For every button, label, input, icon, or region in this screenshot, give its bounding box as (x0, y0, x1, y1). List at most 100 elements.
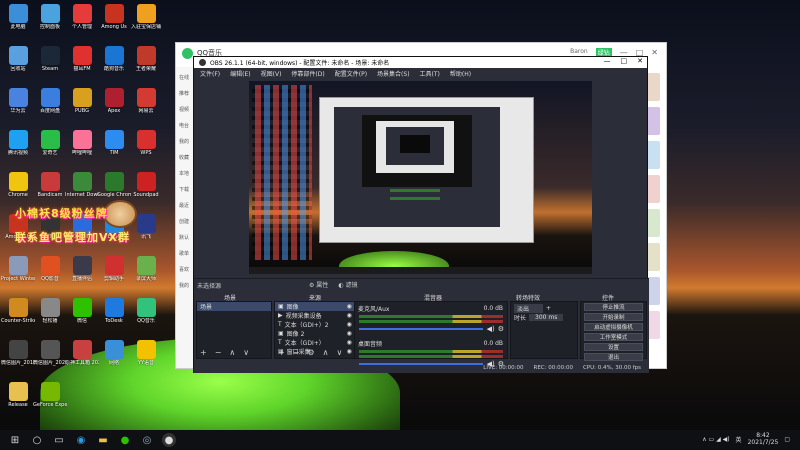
desktop-icon[interactable]: Apex (98, 86, 130, 124)
obs-control-button[interactable]: 工作室模式 (584, 333, 643, 341)
desktop-icon[interactable]: PUBG (66, 86, 98, 124)
desktop-icon[interactable]: 百度网盘 (34, 86, 66, 124)
desktop-icon[interactable]: Counter-Strike Global Off... (1, 296, 35, 334)
obs-maximize-button[interactable]: □ (621, 57, 628, 65)
obs-taskbar-icon[interactable]: ● (162, 433, 176, 447)
source-item[interactable]: T文本（GDI+）2◉▫ (275, 320, 359, 329)
obs-menu-item[interactable]: 场景集合(S) (377, 69, 410, 78)
add-source-button[interactable]: + (278, 348, 285, 357)
source-item[interactable]: ▣图像◉▫ (275, 302, 359, 311)
desktop-icon[interactable]: 剪辑助手 (98, 254, 130, 292)
search-icon[interactable]: ○ (30, 433, 44, 447)
obs-control-button[interactable]: 开始录制 (584, 313, 643, 321)
source-item[interactable]: T文本（GDI+）◉▫ (275, 338, 359, 347)
obs-menu-item[interactable]: 文件(F) (200, 69, 220, 78)
start-button[interactable]: ⊞ (8, 433, 22, 447)
notification-icon[interactable]: ▢ (784, 436, 790, 443)
source-settings-icon[interactable]: ⚙ (307, 348, 314, 357)
source-item[interactable]: ▣图像 2◉▫ (275, 329, 359, 338)
desktop-icon[interactable]: 微信图片_20181016... (1, 338, 35, 376)
obs-window[interactable]: OBS 26.1.1 (64-bit, windows) - 配置文件: 未命名… (193, 56, 649, 373)
eye-icon[interactable]: ◉ (347, 330, 352, 337)
transition-select[interactable]: 淡出 + (511, 304, 577, 313)
obs-control-button[interactable]: 设置 (584, 343, 643, 351)
add-scene-button[interactable]: + (200, 348, 207, 357)
add-transition-button[interactable]: + (546, 305, 551, 312)
wechat-icon[interactable]: ● (118, 433, 132, 447)
gear-icon[interactable]: ⚙ (498, 325, 504, 333)
desktop-icon[interactable]: 华为云 (2, 86, 34, 124)
desktop-icon[interactable]: 哔哩哔哩 (66, 128, 98, 166)
volume-slider[interactable] (359, 328, 483, 330)
desktop-icon[interactable]: 猫耳FM (66, 44, 98, 82)
obs-preview-canvas[interactable] (249, 81, 592, 274)
desktop-icon[interactable]: Bandicam (34, 170, 66, 208)
desktop-icon[interactable]: 腾讯视频 (2, 128, 34, 166)
desktop-icon[interactable]: 控制面板 (34, 2, 66, 40)
eye-icon[interactable]: ◉ (347, 303, 352, 310)
properties-button[interactable]: ⚙ 属性 (309, 280, 328, 289)
desktop-icon[interactable]: 微信 (66, 296, 98, 334)
task-view-icon[interactable]: ▭ (52, 433, 66, 447)
desktop-icon[interactable]: 此电脑 (2, 2, 34, 40)
desktop-icon[interactable]: Chrome (2, 170, 34, 208)
desktop-icon[interactable]: Release (2, 380, 34, 418)
desktop-icon[interactable]: 回收站 (2, 44, 34, 82)
desktop-icon[interactable]: 王者荣耀 (130, 44, 162, 82)
desktop-icon[interactable]: 微信图片_2020101... (33, 338, 67, 376)
speaker-icon[interactable]: ◀) (487, 325, 495, 333)
desktop-icon[interactable]: TIM (98, 128, 130, 166)
desktop-icon[interactable]: Internet Download (65, 170, 99, 208)
input-language-indicator[interactable]: 英 (736, 435, 742, 444)
obs-minimize-button[interactable]: — (604, 57, 611, 65)
scene-down-button[interactable]: ∨ (243, 348, 249, 357)
close-button[interactable]: ✕ (651, 48, 658, 57)
obs-menu-item[interactable]: 工具(T) (420, 69, 440, 78)
obs-menu-item[interactable]: 停靠部件(D) (291, 69, 324, 78)
obs-menu-item[interactable]: 编辑(E) (230, 69, 250, 78)
desktop-icon[interactable]: 爱奇艺 (34, 128, 66, 166)
scene-up-button[interactable]: ∧ (229, 348, 235, 357)
obs-close-button[interactable]: ✕ (637, 57, 643, 65)
obs-titlebar[interactable]: OBS 26.1.1 (64-bit, windows) - 配置文件: 未命名… (194, 57, 647, 68)
duration-input[interactable]: 300 ms (529, 314, 564, 321)
eye-icon[interactable]: ◉ (347, 312, 352, 319)
remove-scene-button[interactable]: − (215, 348, 222, 357)
scene-item[interactable]: 场景 (197, 302, 271, 311)
desktop-icon[interactable]: 原神工具箱 2020 (65, 338, 99, 376)
remove-source-button[interactable]: − (293, 348, 300, 357)
desktop-icon[interactable]: Soundpad (130, 170, 162, 208)
desktop-icon[interactable]: 轻松播 (34, 296, 66, 334)
eye-icon[interactable]: ◉ (347, 321, 352, 328)
filters-button[interactable]: ◐ 滤镜 (338, 280, 357, 289)
desktop-icon[interactable]: Project Winter (1, 254, 35, 292)
desktop-icon[interactable]: 直播伴侣 (66, 254, 98, 292)
desktop-icon[interactable]: WPS (130, 128, 162, 166)
obs-menu-item[interactable]: 配置文件(P) (335, 69, 367, 78)
obs-control-button[interactable]: 启动虚拟摄像机 (584, 323, 643, 331)
obs-menu-item[interactable]: 视图(V) (261, 69, 282, 78)
source-down-button[interactable]: ∨ (336, 348, 342, 357)
desktop-icon[interactable]: 网络 (98, 338, 130, 376)
tray-icons[interactable]: ∧ ▭ ◢ ◀) (702, 436, 729, 443)
file-explorer-icon[interactable]: ▬ (96, 433, 110, 447)
desktop-icon[interactable]: Steam (34, 44, 66, 82)
desktop-icon[interactable]: Among Us (98, 2, 130, 40)
source-item[interactable]: ▶视频采集设备◉▫ (275, 311, 359, 320)
desktop-icon[interactable]: 个人管理 (66, 2, 98, 40)
desktop-icon[interactable]: YY语音 (130, 338, 162, 376)
desktop-icon[interactable]: 录屏大师 (130, 254, 162, 292)
desktop-icon[interactable]: QQ影音 (34, 254, 66, 292)
desktop-icon[interactable]: ToDesk (98, 296, 130, 334)
eye-icon[interactable]: ◉ (347, 348, 352, 355)
desktop-icon[interactable]: QQ音乐 (130, 296, 162, 334)
steam-icon[interactable]: ◎ (140, 433, 154, 447)
desktop-icon[interactable]: 网易云 (130, 86, 162, 124)
source-up-button[interactable]: ∧ (323, 348, 329, 357)
desktop-icon[interactable]: GeForce Experience (33, 380, 67, 418)
eye-icon[interactable]: ◉ (347, 339, 352, 346)
obs-control-button[interactable]: 停止推流 (584, 303, 643, 311)
desktop-icon[interactable]: 酷狗音乐 (98, 44, 130, 82)
obs-control-button[interactable]: 退出 (584, 353, 643, 361)
edge-icon[interactable]: ◉ (74, 433, 88, 447)
